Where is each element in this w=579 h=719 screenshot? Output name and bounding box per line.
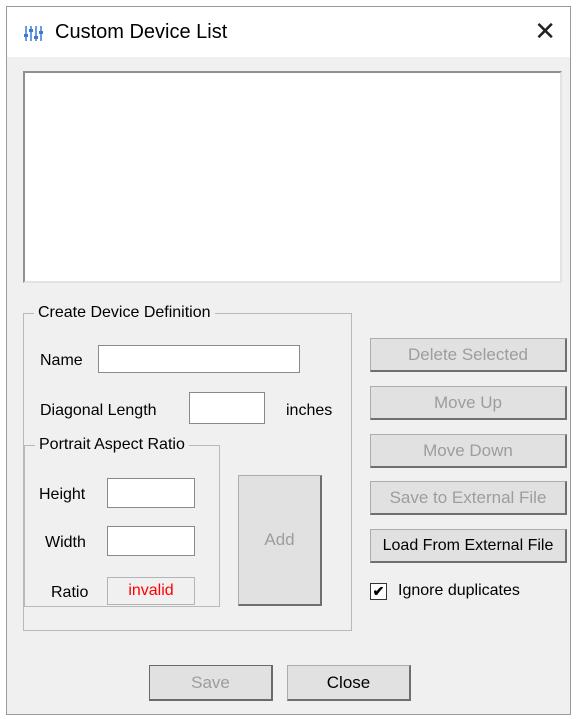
ignore-duplicates-checkbox[interactable]: ✔ xyxy=(370,583,387,600)
create-device-definition-group: Create Device Definition Name Diagonal L… xyxy=(23,303,352,631)
diagonal-length-label: Diagonal Length xyxy=(40,402,157,419)
save-to-external-file-button[interactable]: Save to External File xyxy=(370,481,567,515)
name-field[interactable] xyxy=(98,345,300,373)
portrait-aspect-ratio-group: Portrait Aspect Ratio Height Width Ratio… xyxy=(24,435,220,607)
ratio-value: invalid xyxy=(107,577,195,605)
inches-label: inches xyxy=(286,402,333,419)
width-field[interactable] xyxy=(107,526,195,556)
ratio-label: Ratio xyxy=(51,584,89,601)
create-device-definition-label: Create Device Definition xyxy=(34,303,215,323)
load-from-external-file-button[interactable]: Load From External File xyxy=(370,529,567,563)
title-bar: Custom Device List ✕ xyxy=(7,7,570,57)
ignore-duplicates-label[interactable]: Ignore duplicates xyxy=(398,581,520,601)
portrait-aspect-ratio-label: Portrait Aspect Ratio xyxy=(35,435,189,455)
sliders-icon xyxy=(24,26,43,41)
close-icon[interactable]: ✕ xyxy=(534,17,556,45)
save-button[interactable]: Save xyxy=(149,665,273,701)
delete-selected-button[interactable]: Delete Selected xyxy=(370,338,567,372)
move-down-button[interactable]: Move Down xyxy=(370,434,567,468)
window-title: Custom Device List xyxy=(55,21,228,43)
move-up-button[interactable]: Move Up xyxy=(370,386,567,420)
height-label: Height xyxy=(39,486,86,503)
add-button[interactable]: Add xyxy=(238,475,322,606)
name-label: Name xyxy=(40,352,83,369)
diagonal-length-field[interactable] xyxy=(189,392,265,424)
close-button[interactable]: Close xyxy=(287,665,411,701)
device-list-box[interactable] xyxy=(23,71,562,283)
custom-device-list-dialog: Custom Device List ✕ Create Device Defin… xyxy=(6,6,571,715)
height-field[interactable] xyxy=(107,478,195,508)
width-label: Width xyxy=(45,534,86,551)
